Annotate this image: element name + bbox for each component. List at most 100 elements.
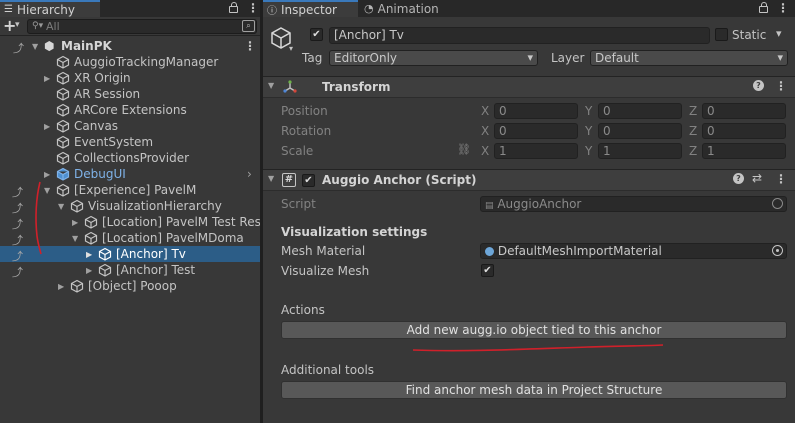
inspector-lock-icon[interactable] xyxy=(759,2,768,13)
position-y-field[interactable]: 0 xyxy=(598,103,682,119)
help-icon[interactable]: ? xyxy=(733,173,744,184)
visualize-mesh-checkbox[interactable]: ✔ xyxy=(481,264,494,277)
transform-options-icon[interactable]: ⋮ xyxy=(775,79,787,93)
hierarchy-item[interactable]: ▶ [Object] Pooop xyxy=(0,278,260,294)
hierarchy-toolbar: + ▾ ⚲▾ All ⌕ xyxy=(0,17,260,36)
hierarchy-item[interactable]: AR Session xyxy=(0,86,260,102)
hierarchy-item-label: XR Origin xyxy=(74,71,131,85)
hierarchy-item-label: EventSystem xyxy=(74,135,154,149)
hierarchy-item[interactable]: ⤴ ▶ [Anchor] Test xyxy=(0,262,260,279)
object-picker-icon[interactable] xyxy=(772,245,783,256)
add-object-button[interactable]: Add new augg.io object tied to this anch… xyxy=(281,321,787,339)
visibility-hidden-icon[interactable]: ⤴ xyxy=(12,264,26,279)
static-checkbox[interactable]: ✔ xyxy=(715,28,728,41)
hierarchy-item[interactable]: ▶ Canvas xyxy=(0,118,260,134)
object-name-field[interactable]: [Anchor] Tv xyxy=(329,27,710,44)
info-icon: ⓘ xyxy=(267,6,277,17)
position-x-field[interactable]: 0 xyxy=(494,103,578,119)
component-options-icon[interactable]: ⋮ xyxy=(775,172,787,186)
hierarchy-item[interactable]: ARCore Extensions xyxy=(0,102,260,118)
tag-label: Tag xyxy=(302,51,323,65)
gameobject-cube-icon xyxy=(70,279,84,293)
presets-icon[interactable]: ⇄ xyxy=(752,171,762,185)
axis-label: Z xyxy=(689,124,698,138)
foldout-arrow-icon[interactable]: ▼ xyxy=(268,174,274,183)
scene-options-icon[interactable]: ⋮ xyxy=(244,39,256,53)
component-enabled-checkbox[interactable]: ✔ xyxy=(302,174,315,187)
tag-dropdown[interactable]: EditorOnly xyxy=(329,50,538,66)
unity-scene-icon: ⬢ xyxy=(44,39,55,53)
open-prefab-chevron-icon[interactable]: › xyxy=(247,167,252,181)
transform-header[interactable]: ▼ Transform ? ⋮ xyxy=(263,76,795,98)
tab-animation[interactable]: ◔ Animation xyxy=(360,0,460,17)
expand-arrow-icon[interactable]: ▼ xyxy=(72,234,78,243)
scale-y-field[interactable]: 1 xyxy=(598,143,682,159)
scale-x-field[interactable]: 1 xyxy=(494,143,578,159)
script-icon: # xyxy=(282,173,296,187)
hierarchy-item-label: DebugUI xyxy=(74,167,126,181)
scale-z-field[interactable]: 1 xyxy=(702,143,786,159)
axis-label: X xyxy=(481,144,490,158)
cs-script-icon: ▤ xyxy=(485,201,494,211)
gameobject-cube-icon xyxy=(56,151,70,165)
scale-label: Scale xyxy=(281,144,314,158)
active-checkbox[interactable]: ✔ xyxy=(310,28,323,41)
find-mesh-data-button[interactable]: Find anchor mesh data in Project Structu… xyxy=(281,381,787,399)
inspector-panel: ⓘ Inspector ◔ Animation ⋮ ▾ ✔ [Anchor] T… xyxy=(263,0,795,423)
lock-icon[interactable] xyxy=(229,2,238,13)
actions-label: Actions xyxy=(281,303,325,317)
search-icon: ⚲▾ xyxy=(32,21,44,31)
visibility-hidden-icon[interactable]: ⤴ xyxy=(12,184,26,199)
hierarchy-item[interactable]: AuggioTrackingManager xyxy=(0,54,260,70)
more-options-icon[interactable]: ⋮ xyxy=(247,1,259,15)
axis-label: Z xyxy=(689,104,698,118)
rotation-y-field[interactable]: 0 xyxy=(598,123,682,139)
help-icon[interactable]: ? xyxy=(753,80,764,91)
tab-inspector[interactable]: ⓘ Inspector xyxy=(263,0,358,17)
search-input[interactable]: ⚲▾ All xyxy=(27,19,257,34)
hierarchy-item[interactable]: ▶ XR Origin xyxy=(0,70,260,86)
visibility-hidden-icon[interactable]: ⤴ xyxy=(12,200,26,215)
auggio-anchor-header[interactable]: ▼ # ✔ Auggio Anchor (Script) ? ⇄ ⋮ xyxy=(263,169,795,191)
scene-search-icon[interactable]: ⌕ xyxy=(242,20,255,32)
position-z-field[interactable]: 0 xyxy=(702,103,786,119)
animation-clock-icon: ◔ xyxy=(364,2,374,15)
expand-arrow-icon[interactable]: ▶ xyxy=(86,266,92,275)
scene-row[interactable]: ⤴ ▼ ⬢ MainPK ⋮ xyxy=(0,38,260,55)
icon-picker-arrow[interactable]: ▾ xyxy=(289,44,293,53)
inspector-options-icon[interactable]: ⋮ xyxy=(777,1,789,15)
expand-arrow-icon[interactable]: ▶ xyxy=(44,74,50,83)
visibility-hidden-icon[interactable]: ⤴ xyxy=(13,40,27,55)
axis-label: X xyxy=(481,104,490,118)
hierarchy-panel: ☰ Hierarchy ⋮ + ▾ ⚲▾ All ⌕ ⤴ ▼ ⬢ MainPK … xyxy=(0,0,260,423)
tab-hierarchy[interactable]: ☰ Hierarchy xyxy=(0,0,100,17)
gameobject-cube-icon xyxy=(98,263,112,277)
hierarchy-item-label: [Location] PavelM Test Rese xyxy=(102,215,260,229)
add-dropdown-icon[interactable]: ▾ xyxy=(15,20,20,30)
object-picker-icon xyxy=(772,198,783,209)
prefab-cube-icon xyxy=(56,167,70,181)
hierarchy-item-label: [Anchor] Test xyxy=(116,263,196,277)
foldout-arrow-icon[interactable]: ▼ xyxy=(268,81,274,90)
hierarchy-item-label: Canvas xyxy=(74,119,119,133)
hierarchy-item[interactable]: CollectionsProvider xyxy=(0,150,260,166)
gameobject-cube-icon xyxy=(56,119,70,133)
expand-arrow-icon[interactable]: ▶ xyxy=(86,250,92,259)
constrain-proportions-icon[interactable]: ⛓ xyxy=(457,143,471,156)
expand-arrow-icon[interactable]: ▶ xyxy=(72,218,78,227)
layer-dropdown[interactable]: Default xyxy=(590,50,788,66)
visibility-hidden-icon[interactable]: ⤴ xyxy=(12,216,26,231)
rotation-z-field[interactable]: 0 xyxy=(702,123,786,139)
expand-arrow-icon[interactable]: ▼ xyxy=(58,202,64,211)
expand-arrow-icon[interactable]: ▶ xyxy=(44,122,50,131)
expand-arrow-icon[interactable]: ▶ xyxy=(58,282,64,291)
gameobject-cube-icon xyxy=(84,215,98,229)
expand-arrow-icon[interactable]: ▼ xyxy=(32,42,38,51)
hierarchy-item[interactable]: EventSystem xyxy=(0,134,260,150)
mesh-material-field[interactable]: DefaultMeshImportMaterial xyxy=(480,243,787,259)
visibility-hidden-icon[interactable]: ⤴ xyxy=(12,232,26,247)
rotation-x-field[interactable]: 0 xyxy=(494,123,578,139)
axis-label: X xyxy=(481,124,490,138)
static-dropdown-icon[interactable]: ▾ xyxy=(776,27,782,40)
visibility-hidden-icon[interactable]: ⤴ xyxy=(12,248,26,263)
